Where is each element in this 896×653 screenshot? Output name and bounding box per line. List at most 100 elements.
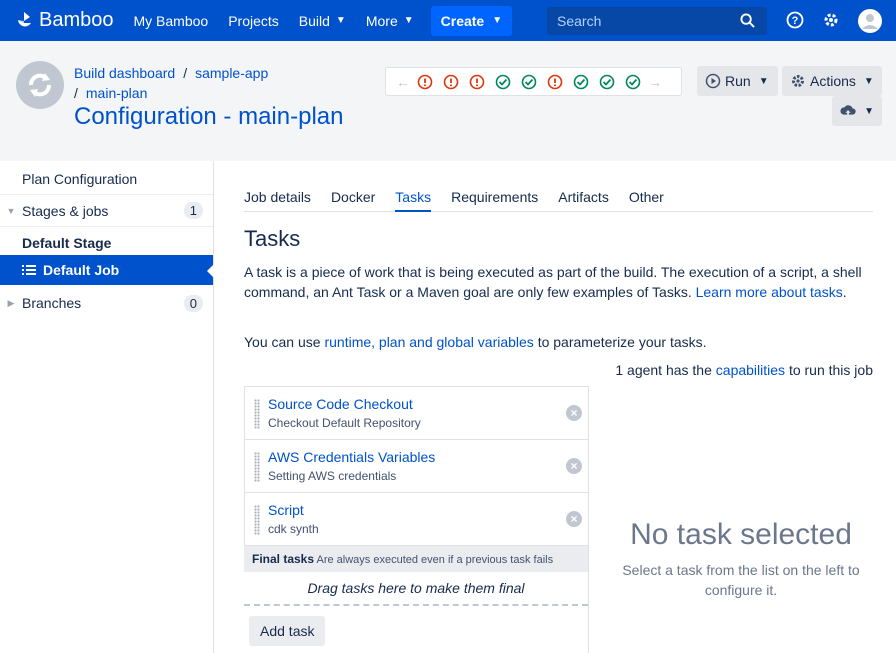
final-tasks-drop-zone[interactable]: Drag tasks here to make them final bbox=[244, 572, 588, 606]
search-box bbox=[547, 7, 767, 35]
nav-my-bamboo-label: My Bamboo bbox=[133, 12, 209, 29]
tab-job-details[interactable]: Job details bbox=[244, 185, 311, 212]
sidebar-item-branches[interactable]: ▶ Branches 0 bbox=[0, 287, 213, 319]
tab-tasks[interactable]: Tasks bbox=[395, 185, 432, 212]
build-status-failed-icon[interactable] bbox=[542, 74, 568, 90]
tab-artifacts[interactable]: Artifacts bbox=[558, 185, 609, 212]
actions-button[interactable]: Actions ▼ bbox=[782, 66, 882, 96]
nav-build-label: Build bbox=[298, 12, 330, 29]
task-list: Source Code Checkout Checkout Default Re… bbox=[244, 386, 589, 653]
nav-build[interactable]: Build ▼ bbox=[299, 13, 346, 29]
task-description: Setting AWS credentials bbox=[268, 469, 397, 483]
top-navigation: Bamboo My Bamboo Projects Build ▼ More ▼ C… bbox=[0, 0, 896, 41]
variables-link[interactable]: runtime, plan and global variables bbox=[324, 334, 533, 350]
agent-prefix: 1 agent has the bbox=[615, 362, 712, 378]
final-tasks-label: Final tasks bbox=[252, 552, 315, 566]
build-status-failed-icon[interactable] bbox=[438, 74, 464, 90]
app-name: Bamboo bbox=[39, 9, 114, 31]
agent-capabilities-note: 1 agent has the capabilities to run this… bbox=[615, 362, 873, 378]
chevron-down-icon: ▼ bbox=[335, 15, 346, 26]
delete-task-icon[interactable]: × bbox=[566, 511, 582, 527]
tab-requirements[interactable]: Requirements bbox=[451, 185, 538, 212]
next-arrow-icon[interactable]: → bbox=[646, 74, 664, 90]
count-badge: 1 bbox=[183, 202, 203, 219]
bamboo-logo[interactable]: Bamboo bbox=[15, 9, 114, 32]
tab-other[interactable]: Other bbox=[629, 185, 664, 212]
task-description: Checkout Default Repository bbox=[268, 416, 421, 430]
build-status-success-icon[interactable] bbox=[620, 74, 646, 90]
build-status-success-icon[interactable] bbox=[490, 74, 516, 90]
settings-gear-icon[interactable] bbox=[822, 11, 840, 29]
variables-prefix: You can use bbox=[244, 334, 321, 350]
learn-more-link[interactable]: Learn more about tasks bbox=[696, 284, 843, 300]
sidebar-item-stages-jobs[interactable]: ▼ Stages & jobs 1 bbox=[0, 195, 213, 227]
caret-down-icon[interactable]: ▼ bbox=[0, 206, 22, 216]
delete-task-icon[interactable]: × bbox=[566, 458, 582, 474]
add-task-button[interactable]: Add task bbox=[249, 616, 326, 646]
delete-task-icon[interactable]: × bbox=[566, 405, 582, 421]
nav-my-bamboo[interactable]: My Bamboo bbox=[134, 13, 209, 29]
svg-text:?: ? bbox=[792, 15, 799, 27]
caret-right-icon[interactable]: ▶ bbox=[0, 298, 22, 309]
create-button-label: Create bbox=[440, 12, 485, 29]
deploy-button[interactable]: ▼ bbox=[832, 96, 882, 126]
chevron-down-icon: ▼ bbox=[492, 15, 503, 26]
breadcrumb-build-dashboard[interactable]: Build dashboard bbox=[74, 65, 175, 81]
help-icon[interactable]: ? bbox=[786, 11, 804, 29]
create-button[interactable]: Create ▼ bbox=[430, 5, 513, 36]
breadcrumb-separator: / bbox=[74, 85, 78, 101]
task-name[interactable]: Source Code Checkout bbox=[268, 396, 413, 412]
run-button-label: Run bbox=[725, 73, 751, 89]
search-input[interactable] bbox=[557, 13, 737, 29]
tab-docker[interactable]: Docker bbox=[331, 185, 375, 212]
sidebar-item-label: Branches bbox=[22, 295, 82, 311]
variables-suffix: to parameterize your tasks. bbox=[537, 334, 707, 350]
sidebar-item-label: Default Job bbox=[43, 262, 120, 278]
gear-icon bbox=[792, 75, 804, 87]
breadcrumb: Build dashboard / sample-app / main-plan bbox=[74, 63, 268, 103]
task-item[interactable]: Script cdk synth × bbox=[244, 493, 588, 546]
user-avatar-icon[interactable] bbox=[858, 9, 882, 33]
task-name[interactable]: Script bbox=[268, 502, 304, 518]
drag-handle-icon[interactable] bbox=[254, 399, 260, 429]
chevron-down-icon: ▼ bbox=[403, 15, 414, 26]
build-status-failed-icon[interactable] bbox=[464, 74, 490, 90]
sidebar-item-label: Stages & jobs bbox=[22, 202, 109, 219]
run-button[interactable]: Run ▼ bbox=[697, 66, 778, 96]
drag-handle-icon[interactable] bbox=[254, 505, 260, 535]
plan-avatar bbox=[16, 61, 64, 109]
sidebar-item-plan-configuration[interactable]: Plan Configuration bbox=[0, 163, 213, 195]
final-tasks-note: Are always executed even if a previous t… bbox=[316, 554, 554, 566]
nav-projects[interactable]: Projects bbox=[228, 13, 279, 29]
breadcrumb-plan[interactable]: main-plan bbox=[86, 85, 147, 101]
refresh-icon bbox=[29, 73, 51, 97]
list-icon bbox=[22, 265, 36, 275]
chevron-down-icon: ▼ bbox=[864, 105, 874, 117]
build-status-success-icon[interactable] bbox=[568, 74, 594, 90]
capabilities-link[interactable]: capabilities bbox=[716, 362, 785, 378]
page-header: Build dashboard / sample-app / main-plan Co… bbox=[0, 41, 896, 161]
sidebar-item-label: Default Stage bbox=[22, 235, 112, 251]
build-status-strip: ← → bbox=[385, 67, 682, 96]
nav-more[interactable]: More ▼ bbox=[366, 13, 414, 29]
build-status-success-icon[interactable] bbox=[594, 74, 620, 90]
build-status-success-icon[interactable] bbox=[516, 74, 542, 90]
breadcrumb-separator: / bbox=[183, 65, 188, 81]
previous-arrow-icon[interactable]: ← bbox=[394, 74, 412, 90]
breadcrumb-project[interactable]: sample-app bbox=[195, 65, 268, 81]
final-tasks-header: Final tasks Are always executed even if … bbox=[244, 546, 588, 572]
sidebar-item-label: Plan Configuration bbox=[22, 170, 138, 187]
task-item[interactable]: AWS Credentials Variables Setting AWS cr… bbox=[244, 440, 588, 493]
task-item[interactable]: Source Code Checkout Checkout Default Re… bbox=[244, 387, 588, 440]
search-icon[interactable] bbox=[740, 13, 755, 28]
build-status-failed-icon[interactable] bbox=[412, 74, 438, 90]
sidebar-item-default-job[interactable]: Default Job bbox=[0, 255, 214, 285]
empty-state-subtitle: Select a task from the list on the left … bbox=[622, 562, 860, 598]
chevron-down-icon: ▼ bbox=[863, 75, 874, 87]
nav-projects-label: Projects bbox=[228, 12, 279, 29]
task-name[interactable]: AWS Credentials Variables bbox=[268, 449, 435, 465]
drag-handle-icon[interactable] bbox=[254, 452, 260, 482]
page-title: Configuration - main-plan bbox=[74, 103, 344, 130]
chevron-down-icon: ▼ bbox=[758, 75, 769, 87]
tasks-intro: A task is a piece of work that is being … bbox=[244, 264, 862, 300]
